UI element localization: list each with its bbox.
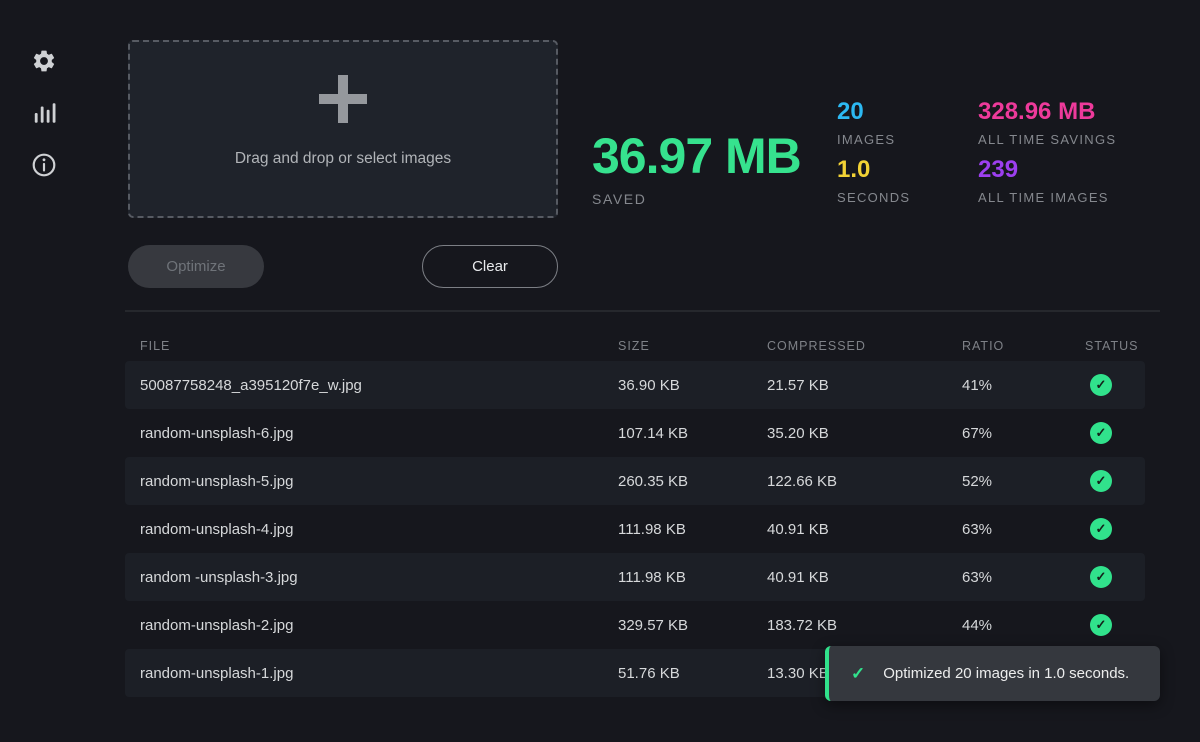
- plus-icon: [319, 75, 367, 123]
- cell-size: 36.90 KB: [618, 377, 767, 394]
- cell-compressed: 183.72 KB: [767, 617, 962, 634]
- cell-ratio: 63%: [962, 521, 1085, 538]
- clear-button[interactable]: Clear: [422, 245, 558, 288]
- image-optimizer-app: Drag and drop or select images 36.97 MB …: [0, 0, 1200, 742]
- status-check-icon: ✓: [1090, 566, 1112, 588]
- sidebar: [0, 0, 92, 742]
- cell-size: 329.57 KB: [618, 617, 767, 634]
- alltime-images-label: ALL TIME IMAGES: [978, 190, 1109, 205]
- cell-compressed: 122.66 KB: [767, 473, 962, 490]
- info-icon: [31, 152, 57, 178]
- table-row: random-unsplash-2.jpg 329.57 KB 183.72 K…: [125, 601, 1145, 649]
- check-icon: ✓: [851, 664, 865, 684]
- cell-size: 260.35 KB: [618, 473, 767, 490]
- column-header-size: SIZE: [618, 339, 767, 353]
- sidebar-settings-button[interactable]: [31, 48, 57, 74]
- toast-notification: ✓ Optimized 20 images in 1.0 seconds.: [825, 646, 1160, 701]
- alltime-savings-value: 328.96 MB: [978, 100, 1116, 124]
- seconds-value: 1.0: [837, 158, 910, 182]
- alltime-images-value: 239: [978, 158, 1109, 182]
- cell-compressed: 35.20 KB: [767, 425, 962, 442]
- images-stat: 20 IMAGES: [837, 100, 895, 147]
- bar-chart-icon: [31, 100, 57, 126]
- cell-size: 107.14 KB: [618, 425, 767, 442]
- sidebar-info-button[interactable]: [31, 152, 57, 178]
- alltime-savings-stat: 328.96 MB ALL TIME SAVINGS: [978, 100, 1116, 147]
- saved-value: 36.97 MB: [592, 131, 801, 181]
- gear-icon: [31, 48, 57, 74]
- status-check-icon: ✓: [1090, 518, 1112, 540]
- alltime-savings-label: ALL TIME SAVINGS: [978, 132, 1116, 147]
- cell-ratio: 41%: [962, 377, 1085, 394]
- status-check-icon: ✓: [1090, 614, 1112, 636]
- content-divider: [125, 310, 1160, 312]
- table-row: random-unsplash-4.jpg 111.98 KB 40.91 KB…: [125, 505, 1145, 553]
- column-header-ratio: RATIO: [962, 339, 1085, 353]
- column-header-status: STATUS: [1085, 339, 1145, 353]
- optimize-button[interactable]: Optimize: [128, 245, 264, 288]
- cell-file: random-unsplash-5.jpg: [140, 473, 618, 490]
- cell-ratio: 52%: [962, 473, 1085, 490]
- cell-ratio: 44%: [962, 617, 1085, 634]
- cell-compressed: 40.91 KB: [767, 521, 962, 538]
- column-header-file: FILE: [140, 339, 618, 353]
- cell-file: random-unsplash-2.jpg: [140, 617, 618, 634]
- cell-file: random-unsplash-1.jpg: [140, 665, 618, 682]
- saved-stat: 36.97 MB SAVED: [592, 131, 801, 207]
- cell-ratio: 67%: [962, 425, 1085, 442]
- cell-file: random -unsplash-3.jpg: [140, 569, 618, 586]
- table-row: random-unsplash-6.jpg 107.14 KB 35.20 KB…: [125, 409, 1145, 457]
- cell-file: 50087758248_a395120f7e_w.jpg: [140, 377, 618, 394]
- table-row: 50087758248_a395120f7e_w.jpg 36.90 KB 21…: [125, 361, 1145, 409]
- alltime-images-stat: 239 ALL TIME IMAGES: [978, 158, 1109, 205]
- cell-compressed: 21.57 KB: [767, 377, 962, 394]
- cell-file: random-unsplash-6.jpg: [140, 425, 618, 442]
- cell-size: 111.98 KB: [618, 569, 767, 586]
- results-table: FILE SIZE COMPRESSED RATIO STATUS 500877…: [125, 330, 1145, 697]
- images-value: 20: [837, 100, 895, 124]
- toast-message: Optimized 20 images in 1.0 seconds.: [883, 665, 1129, 682]
- dropzone-label: Drag and drop or select images: [235, 150, 451, 168]
- column-header-compressed: COMPRESSED: [767, 339, 962, 353]
- cell-file: random-unsplash-4.jpg: [140, 521, 618, 538]
- images-label: IMAGES: [837, 132, 895, 147]
- table-row: random -unsplash-3.jpg 111.98 KB 40.91 K…: [125, 553, 1145, 601]
- table-header: FILE SIZE COMPRESSED RATIO STATUS: [125, 330, 1145, 361]
- status-check-icon: ✓: [1090, 470, 1112, 492]
- cell-size: 111.98 KB: [618, 521, 767, 538]
- table-row: random-unsplash-5.jpg 260.35 KB 122.66 K…: [125, 457, 1145, 505]
- cell-ratio: 63%: [962, 569, 1085, 586]
- sidebar-stats-button[interactable]: [31, 100, 57, 126]
- cell-compressed: 40.91 KB: [767, 569, 962, 586]
- saved-label: SAVED: [592, 191, 801, 207]
- status-check-icon: ✓: [1090, 374, 1112, 396]
- seconds-label: SECONDS: [837, 190, 910, 205]
- cell-size: 51.76 KB: [618, 665, 767, 682]
- seconds-stat: 1.0 SECONDS: [837, 158, 910, 205]
- dropzone[interactable]: Drag and drop or select images: [128, 40, 558, 218]
- status-check-icon: ✓: [1090, 422, 1112, 444]
